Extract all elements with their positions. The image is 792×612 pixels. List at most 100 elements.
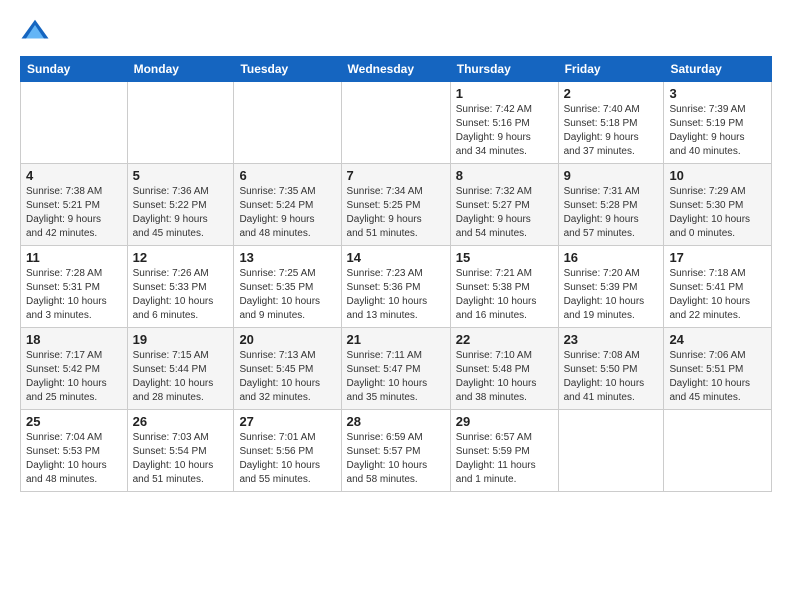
weekday-header-monday: Monday: [127, 57, 234, 82]
day-number: 13: [239, 250, 335, 265]
page-header: [20, 16, 772, 46]
day-info: Sunrise: 7:28 AMSunset: 5:31 PMDaylight:…: [26, 267, 122, 323]
day-info: Sunrise: 7:20 AMSunset: 5:39 PMDaylight:…: [564, 267, 659, 323]
day-number: 3: [669, 86, 766, 101]
day-number: 9: [564, 168, 659, 183]
calendar-cell: 9Sunrise: 7:31 AMSunset: 5:28 PMDaylight…: [558, 164, 664, 246]
day-number: 29: [456, 414, 553, 429]
calendar-cell: 11 Sunrise: 7:28 AMSunset: 5:31 PMDayligh…: [21, 246, 128, 328]
day-info: Sunrise: 7:39 AMSunset: 5:19 PMDaylight:…: [669, 103, 766, 159]
calendar-cell: 4 Sunrise: 7:38 AMSunset: 5:21 PMDaylight…: [21, 164, 128, 246]
day-info: Sunrise: 7:38 AMSunset: 5:21 PMDaylight:…: [26, 185, 122, 241]
day-info: Sunrise: 7:08 AMSunset: 5:50 PMDaylight:…: [564, 349, 659, 405]
day-number: 26: [133, 414, 229, 429]
day-number: 1: [456, 86, 553, 101]
calendar-cell: 2 Sunrise: 7:40 AMSunset: 5:18 PMDaylight…: [558, 82, 664, 164]
day-number: 4: [26, 168, 122, 183]
calendar-cell: [341, 82, 450, 164]
calendar-cell: 5 Sunrise: 7:36 AMSunset: 5:22 PMDaylight…: [127, 164, 234, 246]
day-info: Sunrise: 7:11 AMSunset: 5:47 PMDaylight:…: [347, 349, 445, 405]
calendar-cell: 19 Sunrise: 7:15 AMSunset: 5:44 PMDayligh…: [127, 328, 234, 410]
calendar-cell: 29Sunrise: 6:57 AMSunset: 5:59 PMDayligh…: [450, 410, 558, 492]
calendar-cell: 10 Sunrise: 7:29 AMSunset: 5:30 PMDayligh…: [664, 164, 772, 246]
day-number: 6: [239, 168, 335, 183]
day-info: Sunrise: 7:29 AMSunset: 5:30 PMDaylight:…: [669, 185, 766, 241]
calendar-week-4: 18 Sunrise: 7:17 AMSunset: 5:42 PMDayligh…: [21, 328, 772, 410]
calendar-cell: 24 Sunrise: 7:06 AMSunset: 5:51 PMDayligh…: [664, 328, 772, 410]
calendar-week-3: 11 Sunrise: 7:28 AMSunset: 5:31 PMDayligh…: [21, 246, 772, 328]
day-number: 28: [347, 414, 445, 429]
day-number: 22: [456, 332, 553, 347]
day-info: Sunrise: 7:03 AMSunset: 5:54 PMDaylight:…: [133, 431, 229, 487]
day-info: Sunrise: 7:13 AMSunset: 5:45 PMDaylight:…: [239, 349, 335, 405]
calendar-cell: 3 Sunrise: 7:39 AMSunset: 5:19 PMDaylight…: [664, 82, 772, 164]
logo-icon: [20, 16, 50, 46]
day-number: 21: [347, 332, 445, 347]
day-number: 19: [133, 332, 229, 347]
calendar-cell: 27 Sunrise: 7:01 AMSunset: 5:56 PMDayligh…: [234, 410, 341, 492]
day-info: Sunrise: 7:23 AMSunset: 5:36 PMDaylight:…: [347, 267, 445, 323]
day-info: Sunrise: 7:18 AMSunset: 5:41 PMDaylight:…: [669, 267, 766, 323]
weekday-header-wednesday: Wednesday: [341, 57, 450, 82]
day-info: Sunrise: 7:35 AMSunset: 5:24 PMDaylight:…: [239, 185, 335, 241]
day-number: 27: [239, 414, 335, 429]
calendar-cell: [234, 82, 341, 164]
main-container: SundayMondayTuesdayWednesdayThursdayFrid…: [0, 0, 792, 612]
day-number: 15: [456, 250, 553, 265]
calendar-cell: 26 Sunrise: 7:03 AMSunset: 5:54 PMDayligh…: [127, 410, 234, 492]
calendar-cell: 14 Sunrise: 7:23 AMSunset: 5:36 PMDayligh…: [341, 246, 450, 328]
calendar-cell: 1 Sunrise: 7:42 AMSunset: 5:16 PMDaylight…: [450, 82, 558, 164]
day-info: Sunrise: 7:17 AMSunset: 5:42 PMDaylight:…: [26, 349, 122, 405]
day-info: Sunrise: 7:01 AMSunset: 5:56 PMDaylight:…: [239, 431, 335, 487]
calendar-cell: [127, 82, 234, 164]
calendar-cell: 17Sunrise: 7:18 AMSunset: 5:41 PMDayligh…: [664, 246, 772, 328]
day-info: Sunrise: 7:21 AMSunset: 5:38 PMDaylight:…: [456, 267, 553, 323]
day-info: Sunrise: 7:42 AMSunset: 5:16 PMDaylight:…: [456, 103, 553, 159]
day-number: 11: [26, 250, 122, 265]
day-number: 14: [347, 250, 445, 265]
day-number: 2: [564, 86, 659, 101]
day-info: Sunrise: 7:32 AMSunset: 5:27 PMDaylight:…: [456, 185, 553, 241]
day-number: 18: [26, 332, 122, 347]
day-info: Sunrise: 7:36 AMSunset: 5:22 PMDaylight:…: [133, 185, 229, 241]
calendar-week-2: 4 Sunrise: 7:38 AMSunset: 5:21 PMDaylight…: [21, 164, 772, 246]
day-info: Sunrise: 7:40 AMSunset: 5:18 PMDaylight:…: [564, 103, 659, 159]
day-info: Sunrise: 7:26 AMSunset: 5:33 PMDaylight:…: [133, 267, 229, 323]
day-number: 10: [669, 168, 766, 183]
day-number: 25: [26, 414, 122, 429]
day-info: Sunrise: 7:06 AMSunset: 5:51 PMDaylight:…: [669, 349, 766, 405]
calendar-table: SundayMondayTuesdayWednesdayThursdayFrid…: [20, 56, 772, 492]
calendar-cell: 6 Sunrise: 7:35 AMSunset: 5:24 PMDaylight…: [234, 164, 341, 246]
calendar-cell: [558, 410, 664, 492]
weekday-header-tuesday: Tuesday: [234, 57, 341, 82]
calendar-cell: 8 Sunrise: 7:32 AMSunset: 5:27 PMDaylight…: [450, 164, 558, 246]
day-number: 5: [133, 168, 229, 183]
day-number: 7: [347, 168, 445, 183]
day-info: Sunrise: 7:34 AMSunset: 5:25 PMDaylight:…: [347, 185, 445, 241]
day-info: Sunrise: 7:15 AMSunset: 5:44 PMDaylight:…: [133, 349, 229, 405]
day-number: 20: [239, 332, 335, 347]
calendar-header-row: SundayMondayTuesdayWednesdayThursdayFrid…: [21, 57, 772, 82]
day-number: 16: [564, 250, 659, 265]
calendar-cell: 16 Sunrise: 7:20 AMSunset: 5:39 PMDayligh…: [558, 246, 664, 328]
calendar-cell: [664, 410, 772, 492]
day-info: Sunrise: 7:04 AMSunset: 5:53 PMDaylight:…: [26, 431, 122, 487]
day-info: Sunrise: 7:25 AMSunset: 5:35 PMDaylight:…: [239, 267, 335, 323]
calendar-cell: 13 Sunrise: 7:25 AMSunset: 5:35 PMDayligh…: [234, 246, 341, 328]
calendar-cell: 15 Sunrise: 7:21 AMSunset: 5:38 PMDayligh…: [450, 246, 558, 328]
day-info: Sunrise: 6:59 AMSunset: 5:57 PMDaylight:…: [347, 431, 445, 487]
weekday-header-thursday: Thursday: [450, 57, 558, 82]
calendar-cell: 25 Sunrise: 7:04 AMSunset: 5:53 PMDayligh…: [21, 410, 128, 492]
day-info: Sunrise: 7:10 AMSunset: 5:48 PMDaylight:…: [456, 349, 553, 405]
day-number: 8: [456, 168, 553, 183]
logo: [20, 16, 54, 46]
calendar-cell: 18 Sunrise: 7:17 AMSunset: 5:42 PMDayligh…: [21, 328, 128, 410]
calendar-week-5: 25 Sunrise: 7:04 AMSunset: 5:53 PMDayligh…: [21, 410, 772, 492]
calendar-cell: 7 Sunrise: 7:34 AMSunset: 5:25 PMDaylight…: [341, 164, 450, 246]
day-number: 23: [564, 332, 659, 347]
calendar-cell: [21, 82, 128, 164]
calendar-cell: 28 Sunrise: 6:59 AMSunset: 5:57 PMDayligh…: [341, 410, 450, 492]
calendar-cell: 20 Sunrise: 7:13 AMSunset: 5:45 PMDayligh…: [234, 328, 341, 410]
day-number: 24: [669, 332, 766, 347]
calendar-week-1: 1 Sunrise: 7:42 AMSunset: 5:16 PMDaylight…: [21, 82, 772, 164]
